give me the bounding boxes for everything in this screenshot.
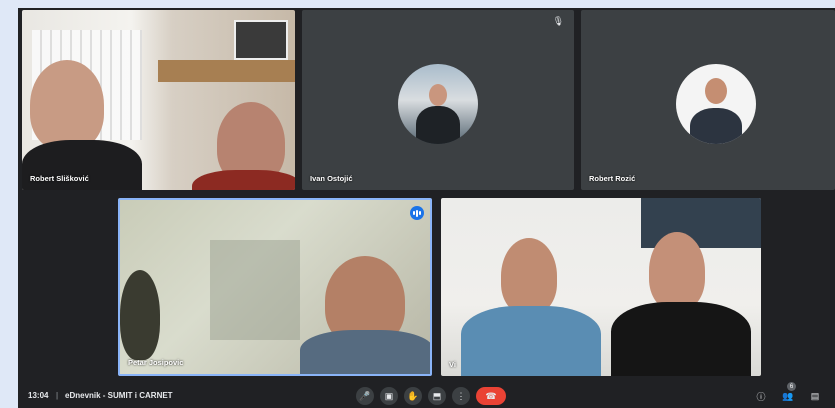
separator: |: [56, 391, 59, 400]
more-options-button[interactable]: ⋮: [452, 387, 470, 405]
participant-name: Petar Josipovic: [128, 358, 184, 367]
meeting-time: 13:04: [28, 391, 49, 400]
raise-hand-icon: ✋: [407, 390, 419, 401]
chat-icon: ▤: [810, 390, 820, 401]
background-picture: [234, 20, 288, 60]
chat-button[interactable]: ▤: [807, 388, 823, 404]
participant-tile[interactable]: Robert Rozić: [581, 10, 835, 190]
info-button[interactable]: ⓘ: [753, 388, 769, 404]
participant-video-person: [30, 60, 104, 150]
participant-video-person: [649, 232, 705, 310]
participant-tile[interactable]: 🎙 Ivan Ostojić: [302, 10, 574, 190]
present-screen-icon: ⬒: [432, 390, 442, 401]
avatar: [676, 64, 756, 144]
microphone-button[interactable]: 🎤: [356, 387, 374, 405]
camera-icon: ▣: [384, 390, 394, 401]
participant-name: Ivan Ostojić: [310, 174, 353, 183]
participant-tile[interactable]: Vi: [441, 198, 761, 376]
background-door: [210, 240, 300, 340]
participant-tile[interactable]: Petar Josipovic: [118, 198, 432, 376]
participant-name: Robert Rozić: [589, 174, 636, 183]
mic-muted-icon: 🎙: [552, 16, 564, 26]
raise-hand-button[interactable]: ✋: [404, 387, 422, 405]
camera-button[interactable]: ▣: [380, 387, 398, 405]
bottom-toolbar: 13:04 | eDnevnik - SUMIT i CARNET 🎤 ▣ ✋ …: [18, 382, 835, 408]
end-call-icon: ☎: [485, 390, 497, 401]
participant-video-person: [461, 306, 601, 376]
meeting-grid: Robert Slišković 🎙 Ivan Ostojić Robert R…: [18, 8, 835, 408]
people-button[interactable]: 👥 6: [780, 382, 796, 404]
background-shelf: [158, 60, 295, 82]
participant-count-badge: 6: [787, 382, 796, 391]
end-call-button[interactable]: ☎: [476, 387, 506, 405]
more-options-icon: ⋮: [456, 390, 466, 401]
meeting-title: eDnevnik - SUMIT i CARNET: [65, 391, 173, 400]
speaking-indicator-icon: [410, 206, 424, 220]
microphone-icon: 🎤: [359, 390, 371, 401]
participant-video-person: [120, 270, 160, 360]
participant-video-person: [501, 238, 557, 314]
participant-video-person: [192, 170, 295, 190]
people-icon: 👥: [782, 390, 794, 401]
participant-name: Vi: [449, 360, 456, 369]
participant-tile[interactable]: Robert Slišković: [22, 10, 295, 190]
avatar: [398, 64, 478, 144]
participant-video-person: [611, 302, 751, 376]
participant-name: Robert Slišković: [30, 174, 89, 183]
info-icon: ⓘ: [756, 391, 766, 402]
present-button[interactable]: ⬒: [428, 387, 446, 405]
participant-video-person: [300, 330, 430, 374]
